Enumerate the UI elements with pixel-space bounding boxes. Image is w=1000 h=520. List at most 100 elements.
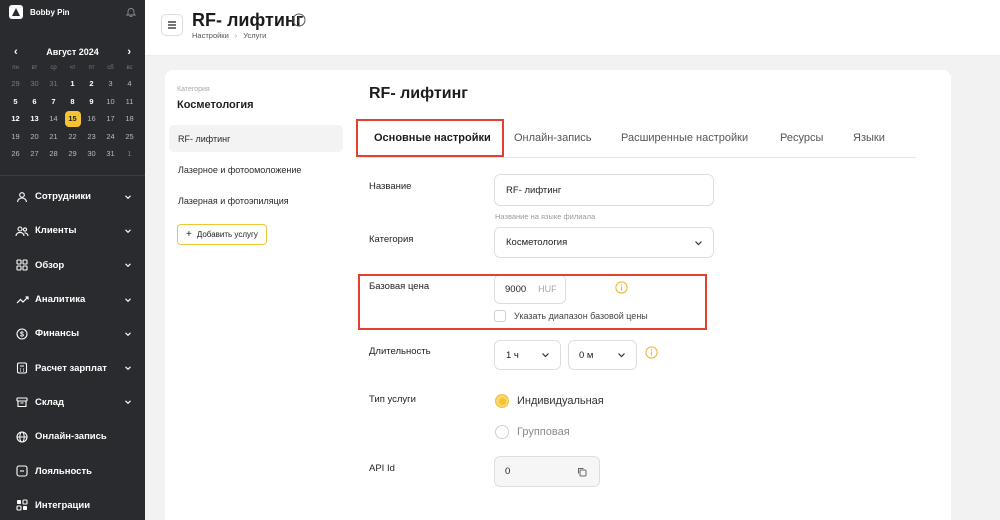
calendar-day-today[interactable]: 15 (63, 110, 82, 128)
sidebar-item-employees[interactable]: Сотрудники (0, 180, 145, 214)
calendar-day[interactable]: 16 (82, 110, 101, 128)
calendar-day[interactable]: 11 (120, 93, 139, 111)
type-group-radio[interactable]: Групповая (495, 425, 570, 439)
sidebar-nav: Сотрудники Клиенты Обзор Аналитика $ Фин… (0, 180, 145, 520)
calendar-day[interactable]: 21 (44, 128, 63, 146)
calendar-day[interactable]: 29 (63, 145, 82, 163)
sidebar-item-integrations[interactable]: Интеграции (0, 488, 145, 520)
tab-basic-settings[interactable]: Основные настройки (374, 120, 491, 156)
calendar-day[interactable]: 23 (82, 128, 101, 146)
tab-languages[interactable]: Языки (853, 120, 885, 156)
sidebar-item-label: Финансы (35, 328, 80, 340)
calendar-day[interactable]: 30 (82, 145, 101, 163)
calendar-day[interactable]: 1 (63, 75, 82, 93)
price-info-icon[interactable] (615, 281, 628, 294)
calendar-day[interactable]: 24 (101, 128, 120, 146)
calendar-day[interactable]: 22 (63, 128, 82, 146)
name-input[interactable]: RF- лифтинг (494, 174, 714, 206)
sidebar-item-clients[interactable]: Клиенты (0, 214, 145, 248)
info-icon[interactable] (292, 13, 306, 27)
calendar-day[interactable]: 27 (25, 145, 44, 163)
calendar-day[interactable]: 2 (82, 75, 101, 93)
service-item[interactable]: Лазерное и фотоомоложение (169, 156, 343, 183)
calendar-day[interactable]: 26 (6, 145, 25, 163)
calendar-day[interactable]: 29 (6, 75, 25, 93)
calendar-next-icon[interactable]: › (127, 46, 131, 58)
category-select[interactable]: Косметология (494, 227, 714, 258)
breadcrumb: Настройки › Услуги (192, 31, 266, 40)
service-item[interactable]: Лазерная и фотоэпиляция (169, 187, 343, 214)
calendar-day[interactable]: 12 (6, 110, 25, 128)
sidebar-item-label: Склад (35, 396, 65, 408)
tab-online-booking[interactable]: Онлайн-запись (514, 120, 592, 156)
calendar-day[interactable]: 25 (120, 128, 139, 146)
type-individual-radio[interactable]: Индивидуальная (495, 394, 604, 408)
calendar-day[interactable]: 3 (101, 75, 120, 93)
sidebar-item-analytics[interactable]: Аналитика (0, 282, 145, 316)
sidebar-item-payroll[interactable]: Расчет зарплат (0, 351, 145, 385)
sidebar-item-label: Лояльность (35, 465, 92, 477)
calendar-day[interactable]: 6 (25, 93, 44, 111)
calendar-day[interactable]: 9 (82, 93, 101, 111)
sidebar-item-label: Расчет зарплат (35, 362, 107, 374)
chevron-down-icon (541, 351, 550, 360)
chevron-down-icon (124, 261, 132, 269)
currency-unit: HUF (538, 284, 557, 294)
calendar-day[interactable]: 28 (44, 145, 63, 163)
calendar-day[interactable]: 7 (44, 93, 63, 111)
duration-minutes-select[interactable]: 0 м (568, 340, 637, 370)
calendar-day[interactable]: 30 (25, 75, 44, 93)
category-name: Косметология (177, 99, 254, 111)
chevron-down-icon (124, 398, 132, 406)
calendar-day[interactable]: 31 (101, 145, 120, 163)
price-input[interactable]: 9000 HUF (494, 274, 566, 304)
weekday-label: вт (31, 65, 38, 71)
weekday-label: сб (107, 65, 114, 71)
api-id-value: 0 (505, 466, 511, 477)
price-label: Базовая цена (369, 281, 430, 292)
service-type-label: Тип услуги (369, 394, 416, 405)
calendar-day[interactable]: 19 (6, 128, 25, 146)
api-id-field[interactable]: 0 (494, 456, 600, 487)
tab-resources[interactable]: Ресурсы (780, 120, 823, 156)
calendar-prev-icon[interactable]: ‹ (14, 46, 18, 58)
bell-icon[interactable] (126, 7, 136, 17)
sidebar-item-loyalty[interactable]: Лояльность (0, 454, 145, 488)
calendar-day[interactable]: 14 (44, 110, 63, 128)
ticket-icon (15, 464, 29, 478)
duration-info-icon[interactable] (645, 346, 658, 359)
price-range-checkbox[interactable]: Указать диапазон базовой цены (494, 310, 648, 322)
calendar-day[interactable]: 13 (25, 110, 44, 128)
calendar-day[interactable]: 8 (63, 93, 82, 111)
calendar-day[interactable]: 10 (101, 93, 120, 111)
calendar-day[interactable]: 20 (25, 128, 44, 146)
page-header: RF- лифтинг Настройки › Услуги (145, 0, 1000, 56)
service-card: Категория Косметология RF- лифтинг Лазер… (165, 70, 951, 520)
menu-toggle-button[interactable] (161, 14, 183, 36)
calculator-icon (15, 361, 29, 375)
calendar-day[interactable]: 17 (101, 110, 120, 128)
duration-hours-select[interactable]: 1 ч (494, 340, 561, 370)
sidebar-item-label: Аналитика (35, 294, 86, 306)
breadcrumb-link[interactable]: Настройки (192, 31, 229, 40)
grid-icon (15, 258, 29, 272)
calendar-day[interactable]: 4 (120, 75, 139, 93)
sidebar-item-finance[interactable]: $ Финансы (0, 317, 145, 351)
calendar-day[interactable]: 31 (44, 75, 63, 93)
service-item-active[interactable]: RF- лифтинг (169, 125, 343, 152)
sidebar-item-warehouse[interactable]: Склад (0, 385, 145, 419)
copy-icon[interactable] (577, 467, 587, 477)
sidebar-item-online-booking[interactable]: Онлайн-запись (0, 420, 145, 454)
tab-advanced-settings[interactable]: Расширенные настройки (621, 120, 748, 156)
calendar-day[interactable]: 5 (6, 93, 25, 111)
add-service-button[interactable]: + Добавить услугу (177, 224, 267, 245)
radio-unselected (495, 425, 509, 439)
calendar-day[interactable]: 18 (120, 110, 139, 128)
calendar-day[interactable]: 1 (120, 145, 139, 163)
calendar-month: Август 2024 (46, 47, 99, 57)
sidebar-item-overview[interactable]: Обзор (0, 248, 145, 282)
sidebar-item-label: Клиенты (35, 225, 77, 237)
breadcrumb-current[interactable]: Услуги (243, 31, 266, 40)
tabs: Основные настройки Онлайн-запись Расшире… (358, 120, 916, 158)
chevron-down-icon (617, 351, 626, 360)
